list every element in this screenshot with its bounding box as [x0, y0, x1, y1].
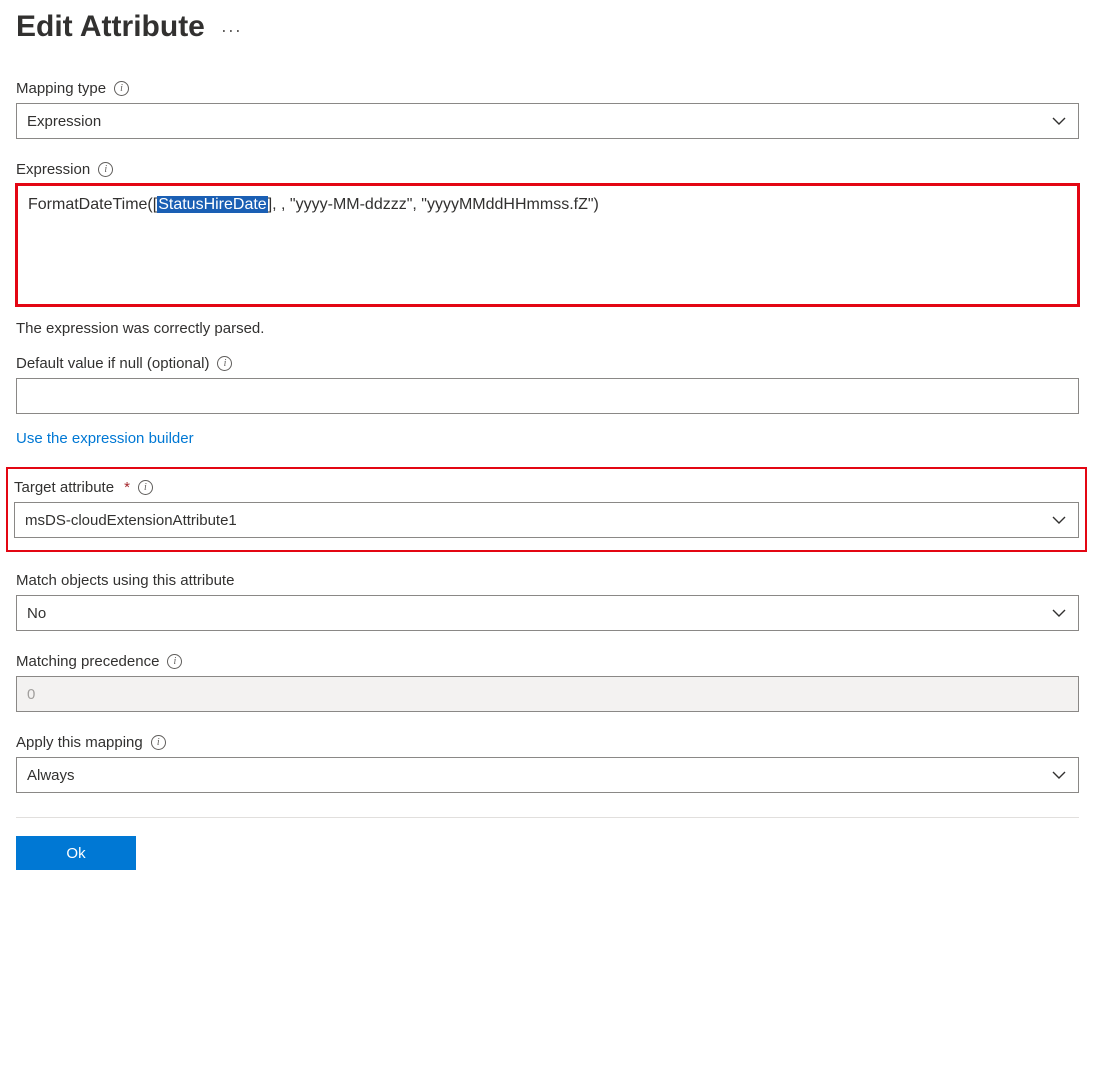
chevron-down-icon [1052, 116, 1066, 126]
match-objects-field: Match objects using this attribute No [16, 572, 1079, 631]
default-value-field: Default value if null (optional) i [16, 355, 1079, 414]
expression-input[interactable]: FormatDateTime([StatusHireDate], , "yyyy… [16, 184, 1079, 306]
expression-text-selected: StatusHireDate [157, 196, 268, 213]
target-attribute-value: msDS-cloudExtensionAttribute1 [25, 512, 237, 529]
apply-mapping-value: Always [27, 767, 75, 784]
target-attribute-highlight: Target attribute * i msDS-cloudExtensionA… [6, 467, 1087, 552]
target-attribute-label: Target attribute [14, 479, 114, 496]
match-objects-select[interactable]: No [16, 595, 1079, 631]
mapping-type-value: Expression [27, 113, 101, 130]
ok-button[interactable]: Ok [16, 836, 136, 870]
matching-precedence-input: 0 [16, 676, 1079, 712]
apply-mapping-label: Apply this mapping [16, 734, 143, 751]
chevron-down-icon [1052, 608, 1066, 618]
match-objects-label: Match objects using this attribute [16, 572, 234, 589]
chevron-down-icon [1052, 515, 1066, 525]
expression-builder-link[interactable]: Use the expression builder [16, 430, 194, 447]
target-attribute-select[interactable]: msDS-cloudExtensionAttribute1 [14, 502, 1079, 538]
matching-precedence-field: Matching precedence i 0 [16, 653, 1079, 712]
more-actions-icon[interactable]: ··· [221, 15, 242, 39]
matching-precedence-value: 0 [27, 686, 35, 703]
info-icon[interactable]: i [167, 654, 182, 669]
info-icon[interactable]: i [151, 735, 166, 750]
expression-text-suffix: ], , "yyyy-MM-ddzzz", "yyyyMMddHHmmss.fZ… [268, 196, 599, 213]
default-value-label: Default value if null (optional) [16, 355, 209, 372]
required-indicator: * [124, 479, 130, 496]
default-value-input[interactable] [16, 378, 1079, 414]
apply-mapping-field: Apply this mapping i Always [16, 734, 1079, 793]
divider [16, 817, 1079, 818]
expression-text-prefix: FormatDateTime([ [28, 196, 157, 213]
expression-label: Expression [16, 161, 90, 178]
mapping-type-select[interactable]: Expression [16, 103, 1079, 139]
mapping-type-field: Mapping type i Expression [16, 80, 1079, 139]
info-icon[interactable]: i [98, 162, 113, 177]
mapping-type-label: Mapping type [16, 80, 106, 97]
target-attribute-field: Target attribute * i msDS-cloudExtensionA… [14, 479, 1079, 538]
info-icon[interactable]: i [138, 480, 153, 495]
page-title: Edit Attribute [16, 10, 205, 44]
chevron-down-icon [1052, 770, 1066, 780]
expression-field: Expression i FormatDateTime([StatusHireD… [16, 161, 1079, 306]
match-objects-value: No [27, 605, 46, 622]
info-icon[interactable]: i [217, 356, 232, 371]
matching-precedence-label: Matching precedence [16, 653, 159, 670]
apply-mapping-select[interactable]: Always [16, 757, 1079, 793]
expression-status: The expression was correctly parsed. [16, 320, 1079, 337]
info-icon[interactable]: i [114, 81, 129, 96]
